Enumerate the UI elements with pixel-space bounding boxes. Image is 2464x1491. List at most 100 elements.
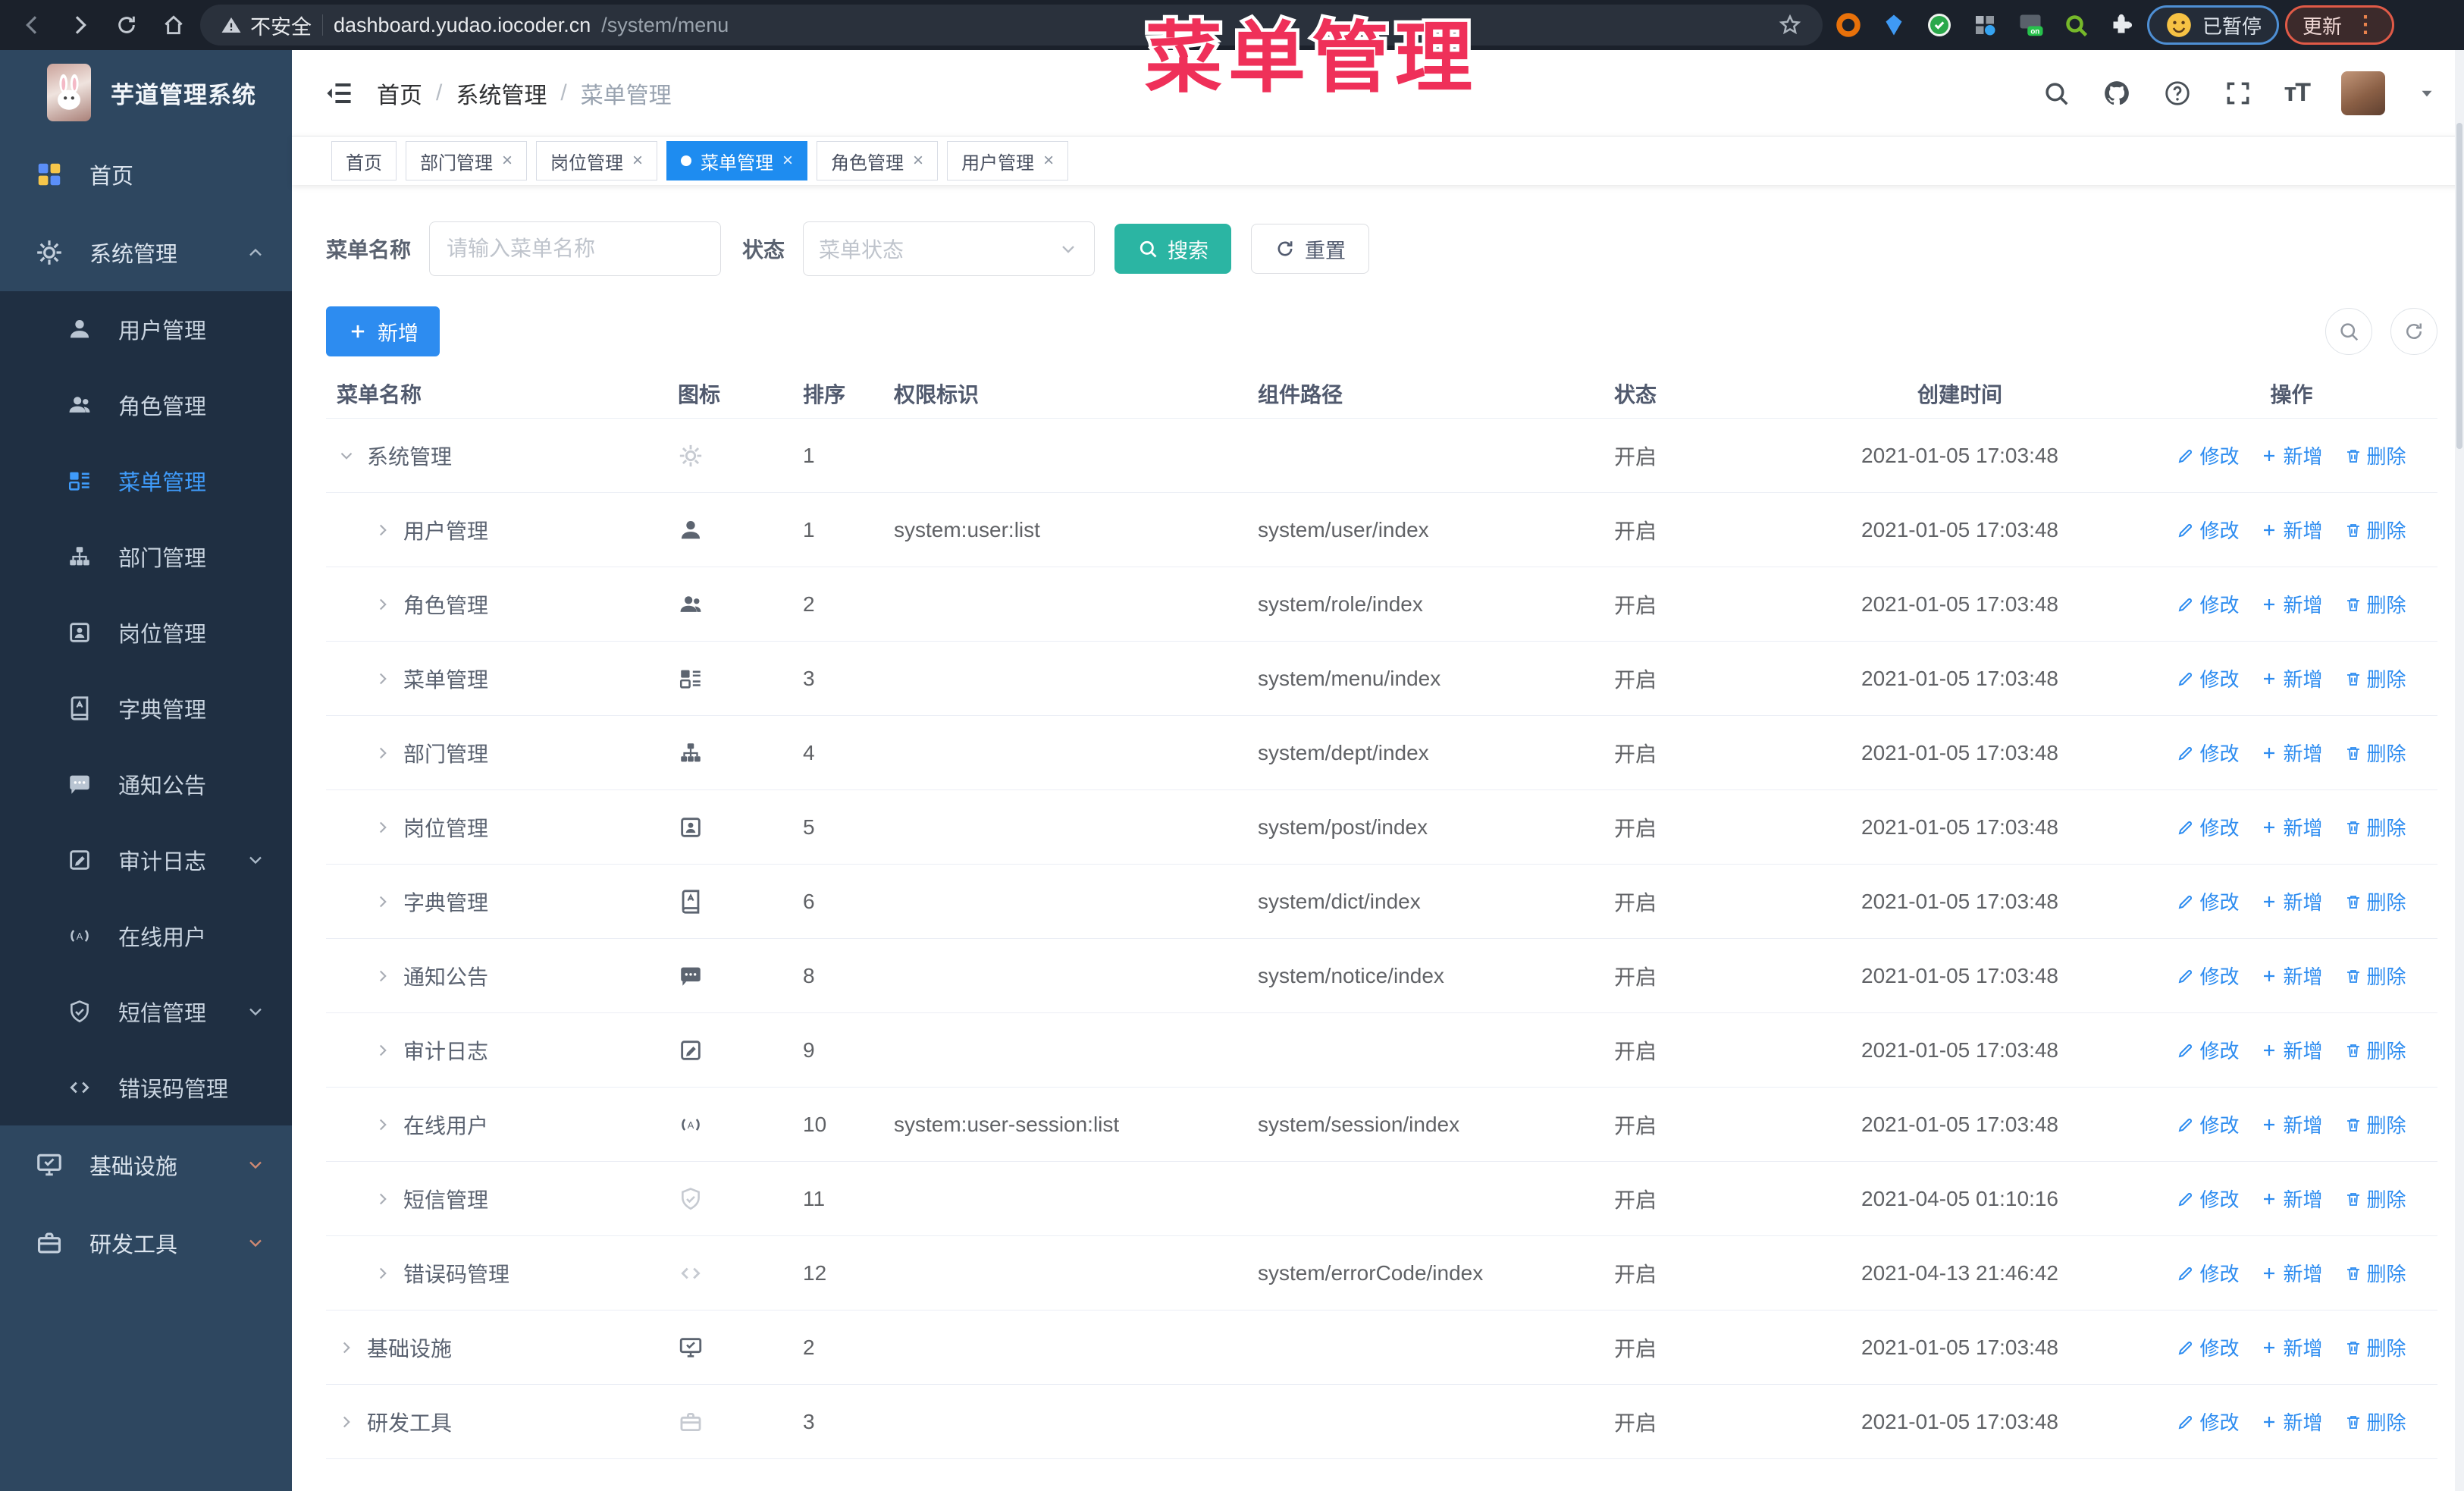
- sidebar-item-role[interactable]: 角色管理: [0, 367, 292, 443]
- table-row[interactable]: 基础设施 2 开启 2021-01-05 17:03:48 修改 新增 删除: [326, 1311, 2437, 1385]
- breadcrumb-item[interactable]: 首页: [377, 77, 422, 110]
- sidebar-item-error-code[interactable]: 错误码管理: [0, 1050, 292, 1125]
- sidebar-item-menu[interactable]: 菜单管理: [0, 443, 292, 519]
- sidebar-item-online-user[interactable]: A 在线用户: [0, 898, 292, 974]
- table-row[interactable]: 用户管理 1 system:user:list system/user/index 开启…: [326, 493, 2437, 567]
- tag-home[interactable]: 首页: [331, 141, 397, 180]
- delete-action-link[interactable]: 删除: [2344, 441, 2406, 469]
- sidebar-item-user[interactable]: 用户管理: [0, 291, 292, 367]
- table-row[interactable]: 研发工具 3 开启 2021-01-05 17:03:48 修改 新增 删除: [326, 1385, 2437, 1459]
- browser-back-icon[interactable]: [12, 5, 53, 46]
- tree-arrow-right-icon[interactable]: [373, 520, 393, 540]
- kebab-menu-icon[interactable]: ⋮: [2354, 14, 2377, 36]
- edit-action-link[interactable]: 修改: [2177, 1185, 2239, 1213]
- edit-action-link[interactable]: 修改: [2177, 962, 2239, 990]
- table-row[interactable]: 在线用户 A 10 system:user-session:list system/se…: [326, 1088, 2437, 1162]
- edit-action-link[interactable]: 修改: [2177, 1408, 2239, 1436]
- delete-action-link[interactable]: 删除: [2344, 664, 2406, 692]
- edit-action-link[interactable]: 修改: [2177, 813, 2239, 841]
- reset-button[interactable]: 重置: [1251, 224, 1370, 274]
- browser-home-icon[interactable]: [153, 5, 194, 46]
- tag-menu[interactable]: 菜单管理 ×: [666, 141, 808, 180]
- table-row[interactable]: 系统管理 1 开启 2021-01-05 17:03:48 修改 新增 删除: [326, 419, 2437, 493]
- delete-action-link[interactable]: 删除: [2344, 590, 2406, 618]
- edit-action-link[interactable]: 修改: [2177, 1259, 2239, 1287]
- delete-action-link[interactable]: 删除: [2344, 813, 2406, 841]
- sidebar-item-post[interactable]: 岗位管理: [0, 595, 292, 670]
- table-row[interactable]: 短信管理 11 开启 2021-04-05 01:10:16 修改 新增 删除: [326, 1162, 2437, 1236]
- help-icon[interactable]: [2163, 79, 2192, 108]
- edit-action-link[interactable]: 修改: [2177, 590, 2239, 618]
- delete-action-link[interactable]: 删除: [2344, 1110, 2406, 1138]
- tree-arrow-right-icon[interactable]: [373, 818, 393, 837]
- delete-action-link[interactable]: 删除: [2344, 1408, 2406, 1436]
- tree-arrow-right-icon[interactable]: [373, 892, 393, 912]
- delete-action-link[interactable]: 删除: [2344, 1185, 2406, 1213]
- table-row[interactable]: 角色管理 2 system/role/index 开启 2021-01-05 17:03…: [326, 567, 2437, 642]
- add-action-link[interactable]: 新增: [2260, 1259, 2323, 1287]
- delete-action-link[interactable]: 删除: [2344, 887, 2406, 915]
- delete-action-link[interactable]: 删除: [2344, 739, 2406, 767]
- extension-check-icon[interactable]: [1920, 5, 1959, 45]
- search-button[interactable]: 搜索: [1114, 224, 1232, 274]
- url-bar[interactable]: 不安全 dashboard.yudao.iocoder.cn/system/me…: [200, 5, 1823, 46]
- sidebar-item-home[interactable]: 首页: [0, 135, 292, 213]
- search-icon[interactable]: [2042, 79, 2071, 108]
- extension-proxy-on-icon[interactable]: on: [2011, 5, 2050, 45]
- tag-post[interactable]: 岗位管理 ×: [536, 141, 658, 180]
- user-avatar[interactable]: [2341, 71, 2385, 115]
- security-indicator[interactable]: 不安全: [220, 11, 312, 40]
- add-action-link[interactable]: 新增: [2260, 1408, 2323, 1436]
- chevron-down-icon[interactable]: [2417, 83, 2437, 103]
- show-search-button[interactable]: [2325, 308, 2372, 355]
- browser-reload-icon[interactable]: [106, 5, 147, 46]
- bookmark-star-icon[interactable]: [1777, 12, 1803, 38]
- github-icon[interactable]: [2102, 79, 2131, 108]
- table-row[interactable]: 字典管理 6 system/dict/index 开启 2021-01-05 17:03…: [326, 865, 2437, 939]
- add-action-link[interactable]: 新增: [2260, 739, 2323, 767]
- edit-action-link[interactable]: 修改: [2177, 516, 2239, 544]
- paused-extension-badge[interactable]: 已暂停: [2147, 5, 2280, 45]
- tag-role[interactable]: 角色管理 ×: [817, 141, 939, 180]
- sidebar-collapse-icon[interactable]: [322, 77, 356, 110]
- add-action-link[interactable]: 新增: [2260, 1185, 2323, 1213]
- breadcrumb-item[interactable]: 系统管理: [456, 77, 547, 110]
- status-select[interactable]: 菜单状态: [803, 221, 1096, 276]
- close-icon[interactable]: ×: [913, 150, 923, 171]
- sidebar-item-dict[interactable]: 字典管理: [0, 670, 292, 746]
- tree-arrow-right-icon[interactable]: [373, 1041, 393, 1060]
- tree-arrow-right-icon[interactable]: [337, 1338, 356, 1358]
- tree-arrow-right-icon[interactable]: [373, 966, 393, 986]
- tree-arrow-down-icon[interactable]: [337, 446, 356, 466]
- add-action-link[interactable]: 新增: [2260, 590, 2323, 618]
- close-icon[interactable]: ×: [502, 150, 513, 171]
- tree-arrow-right-icon[interactable]: [337, 1412, 356, 1432]
- add-action-link[interactable]: 新增: [2260, 441, 2323, 469]
- extension-orange-icon[interactable]: [1829, 5, 1868, 45]
- extension-search-icon[interactable]: [2056, 5, 2096, 45]
- tree-arrow-right-icon[interactable]: [373, 595, 393, 614]
- tree-arrow-right-icon[interactable]: [373, 1115, 393, 1135]
- browser-forward-icon[interactable]: [59, 5, 100, 46]
- sidebar-item-notice[interactable]: 通知公告: [0, 746, 292, 822]
- tag-user[interactable]: 用户管理 ×: [947, 141, 1069, 180]
- scrollbar-thumb[interactable]: [2456, 123, 2462, 449]
- close-icon[interactable]: ×: [782, 150, 793, 171]
- fullscreen-icon[interactable]: [2224, 79, 2252, 108]
- table-row[interactable]: 错误码管理 12 system/errorCode/index 开启 2021-04-1…: [326, 1236, 2437, 1311]
- menu-name-input[interactable]: [429, 221, 722, 276]
- sidebar-item-sms[interactable]: 短信管理: [0, 974, 292, 1050]
- tree-arrow-right-icon[interactable]: [373, 1189, 393, 1209]
- delete-action-link[interactable]: 删除: [2344, 516, 2406, 544]
- delete-action-link[interactable]: 删除: [2344, 1259, 2406, 1287]
- table-row[interactable]: 通知公告 8 system/notice/index 开启 2021-01-05 17:…: [326, 939, 2437, 1013]
- close-icon[interactable]: ×: [632, 150, 643, 171]
- edit-action-link[interactable]: 修改: [2177, 887, 2239, 915]
- add-action-link[interactable]: 新增: [2260, 1036, 2323, 1064]
- add-action-link[interactable]: 新增: [2260, 962, 2323, 990]
- add-action-link[interactable]: 新增: [2260, 887, 2323, 915]
- delete-action-link[interactable]: 删除: [2344, 1036, 2406, 1064]
- table-row[interactable]: 审计日志 9 开启 2021-01-05 17:03:48 修改 新增 删除: [326, 1013, 2437, 1088]
- sidebar-item-system[interactable]: 系统管理: [0, 213, 292, 291]
- add-action-link[interactable]: 新增: [2260, 1110, 2323, 1138]
